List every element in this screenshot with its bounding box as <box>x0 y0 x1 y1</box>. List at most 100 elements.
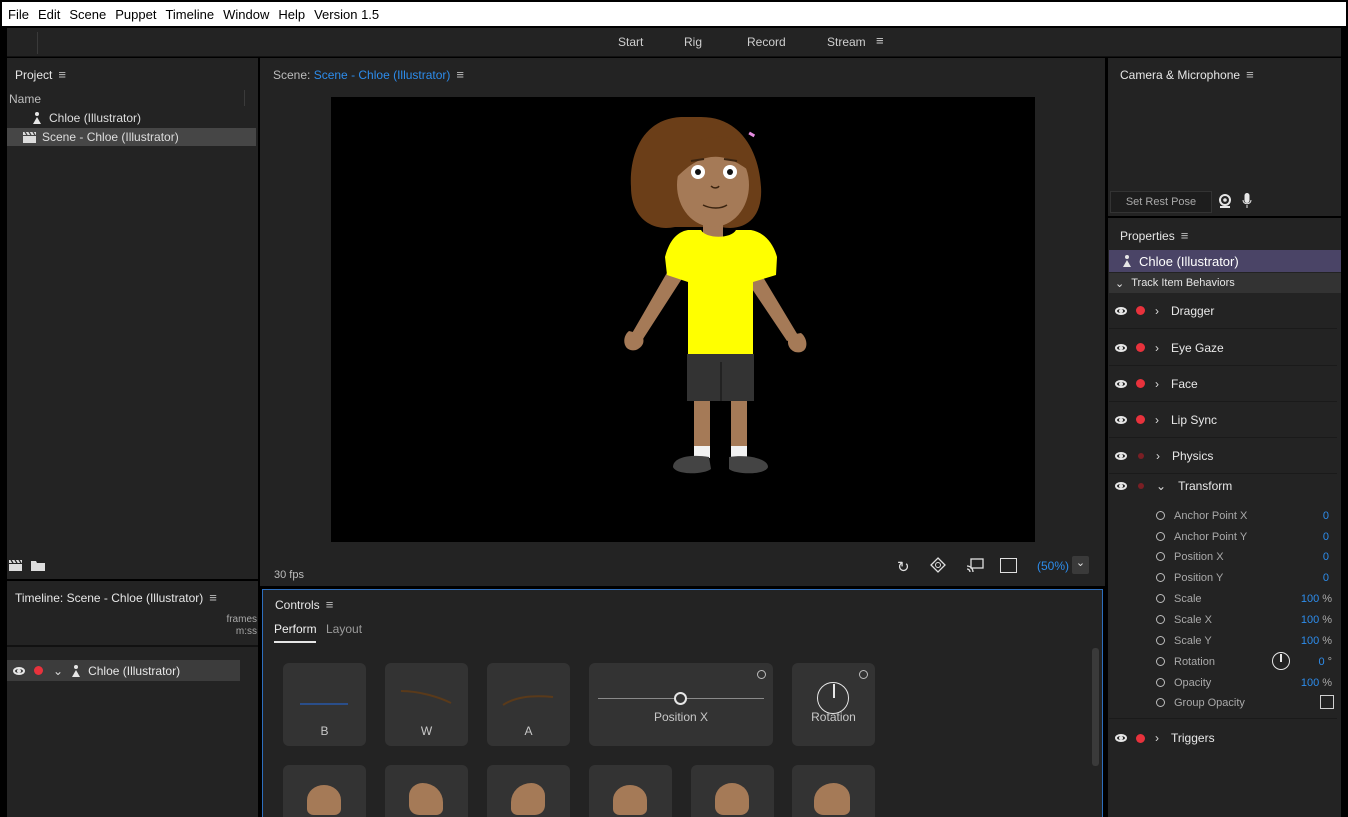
timeline-track-row[interactable]: ⌄ Chloe (Illustrator) <box>7 660 240 681</box>
param-value[interactable]: 100% <box>1301 677 1332 689</box>
control-tile-hand[interactable] <box>589 765 672 817</box>
param-position-x[interactable]: Position X 0 <box>1156 546 1336 567</box>
behavior-triggers[interactable]: › Triggers <box>1109 720 1337 756</box>
menu-window[interactable]: Window <box>223 7 269 22</box>
record-arm-icon[interactable] <box>1136 415 1145 424</box>
visibility-eye-icon[interactable] <box>1115 415 1127 424</box>
pin-icon[interactable] <box>859 670 868 679</box>
stopwatch-icon[interactable] <box>1156 532 1165 541</box>
microphone-icon[interactable] <box>1242 193 1252 212</box>
behavior-eye-gaze[interactable]: › Eye Gaze <box>1109 330 1337 366</box>
chevron-right-icon[interactable]: › <box>1156 449 1160 463</box>
chevron-right-icon[interactable]: › <box>1155 304 1159 318</box>
mode-rig[interactable]: Rig <box>684 35 702 49</box>
record-arm-icon[interactable] <box>1136 306 1145 315</box>
param-value[interactable]: 0 <box>1323 551 1332 563</box>
param-value[interactable]: 0 <box>1323 531 1332 543</box>
chevron-down-icon[interactable]: ⌄ <box>53 664 63 678</box>
chevron-down-icon[interactable]: ⌄ <box>1115 277 1124 290</box>
tab-perform[interactable]: Perform <box>274 622 317 636</box>
menu-edit[interactable]: Edit <box>38 7 60 22</box>
chevron-down-icon[interactable]: ⌄ <box>1072 556 1089 574</box>
new-folder-icon[interactable] <box>31 560 45 574</box>
param-position-y[interactable]: Position Y 0 <box>1156 567 1336 588</box>
scene-stage[interactable] <box>331 97 1035 542</box>
param-value[interactable]: 0 ° <box>1318 656 1332 668</box>
pin-icon[interactable] <box>757 670 766 679</box>
stopwatch-icon[interactable] <box>1156 511 1165 520</box>
stopwatch-icon[interactable] <box>1156 615 1165 624</box>
behavior-transform[interactable]: ⌄ Transform <box>1109 475 1337 497</box>
param-group-opacity[interactable]: Group Opacity <box>1156 692 1336 713</box>
param-value[interactable]: 0 <box>1323 510 1332 522</box>
behavior-dragger[interactable]: › Dragger <box>1109 293 1337 329</box>
mode-stream[interactable]: Stream <box>827 35 866 49</box>
behavior-physics[interactable]: › Physics <box>1109 438 1337 474</box>
visibility-eye-icon[interactable] <box>1115 306 1127 315</box>
chevron-right-icon[interactable]: › <box>1155 377 1159 391</box>
control-tile-b[interactable]: B <box>283 663 366 746</box>
fullscreen-icon[interactable] <box>1000 558 1017 573</box>
time-units[interactable]: frames m:ss <box>226 614 257 638</box>
param-opacity[interactable]: Opacity 100% <box>1156 672 1336 693</box>
chevron-right-icon[interactable]: › <box>1155 731 1159 745</box>
stopwatch-icon[interactable] <box>1156 594 1165 603</box>
control-slider-position-x[interactable]: Position X <box>589 663 773 746</box>
properties-menu-icon[interactable]: ≡ <box>1181 228 1189 243</box>
param-scale[interactable]: Scale 100% <box>1156 588 1336 609</box>
controls-scrollbar[interactable] <box>1092 648 1099 766</box>
control-tile-w[interactable]: W <box>385 663 468 746</box>
new-scene-icon[interactable] <box>9 559 22 574</box>
visibility-eye-icon[interactable] <box>1115 343 1127 352</box>
rotation-dial-icon[interactable] <box>1272 652 1290 670</box>
visibility-eye-icon[interactable] <box>1115 734 1127 742</box>
visibility-eye-icon[interactable] <box>1115 451 1127 460</box>
control-tile-hand[interactable] <box>691 765 774 817</box>
param-value[interactable]: 100% <box>1301 593 1332 605</box>
stopwatch-icon[interactable] <box>1156 698 1165 707</box>
zoom-level[interactable]: (50%) <box>1037 559 1069 573</box>
behavior-lip-sync[interactable]: › Lip Sync <box>1109 402 1337 438</box>
webcam-icon[interactable] <box>1218 194 1232 212</box>
record-arm-icon[interactable] <box>1136 733 1145 743</box>
control-knob-rotation[interactable]: Rotation <box>792 663 875 746</box>
menu-scene[interactable]: Scene <box>69 7 106 22</box>
scene-menu-icon[interactable]: ≡ <box>456 67 464 82</box>
param-scale-x[interactable]: Scale X 100% <box>1156 609 1336 630</box>
param-value[interactable]: 0 <box>1323 572 1332 584</box>
mode-start[interactable]: Start <box>618 35 643 49</box>
stopwatch-icon[interactable] <box>1156 678 1165 687</box>
rig-view-icon[interactable] <box>930 557 946 576</box>
project-item-scene[interactable]: Scene - Chloe (Illustrator) <box>7 128 256 146</box>
tab-layout[interactable]: Layout <box>326 622 362 636</box>
param-number[interactable]: 0 <box>1323 531 1329 543</box>
menu-help[interactable]: Help <box>278 7 305 22</box>
stopwatch-icon[interactable] <box>1156 573 1165 582</box>
behavior-face[interactable]: › Face <box>1109 366 1337 402</box>
record-arm-icon[interactable] <box>1136 379 1145 388</box>
cast-icon[interactable] <box>966 558 984 576</box>
chevron-right-icon[interactable]: › <box>1155 341 1159 355</box>
controls-menu-icon[interactable]: ≡ <box>326 597 334 612</box>
menu-timeline[interactable]: Timeline <box>165 7 214 22</box>
chevron-down-icon[interactable]: ⌄ <box>1156 479 1166 493</box>
project-item-puppet[interactable]: Chloe (Illustrator) <box>16 109 256 127</box>
control-tile-hand[interactable] <box>283 765 366 817</box>
param-number[interactable]: 100 <box>1301 677 1319 689</box>
track-item-behaviors-header[interactable]: ⌄ Track Item Behaviors <box>1109 273 1341 293</box>
set-rest-pose-button[interactable]: Set Rest Pose <box>1110 191 1212 213</box>
control-tile-hand[interactable] <box>792 765 875 817</box>
menu-puppet[interactable]: Puppet <box>115 7 156 22</box>
param-value[interactable]: 100% <box>1301 635 1332 647</box>
column-divider[interactable] <box>244 90 245 106</box>
stopwatch-icon[interactable] <box>1156 636 1165 645</box>
chevron-right-icon[interactable]: › <box>1155 413 1159 427</box>
param-anchor-point-x[interactable]: Anchor Point X 0 <box>1156 505 1336 526</box>
group-opacity-checkbox[interactable] <box>1320 695 1334 709</box>
param-number[interactable]: 0 <box>1323 551 1329 563</box>
record-arm-icon[interactable] <box>34 666 43 675</box>
param-number[interactable]: 100 <box>1301 593 1319 605</box>
refresh-icon[interactable]: ↻ <box>897 558 910 576</box>
param-rotation[interactable]: Rotation 0 ° <box>1156 651 1336 672</box>
param-value[interactable]: 100% <box>1301 614 1332 626</box>
